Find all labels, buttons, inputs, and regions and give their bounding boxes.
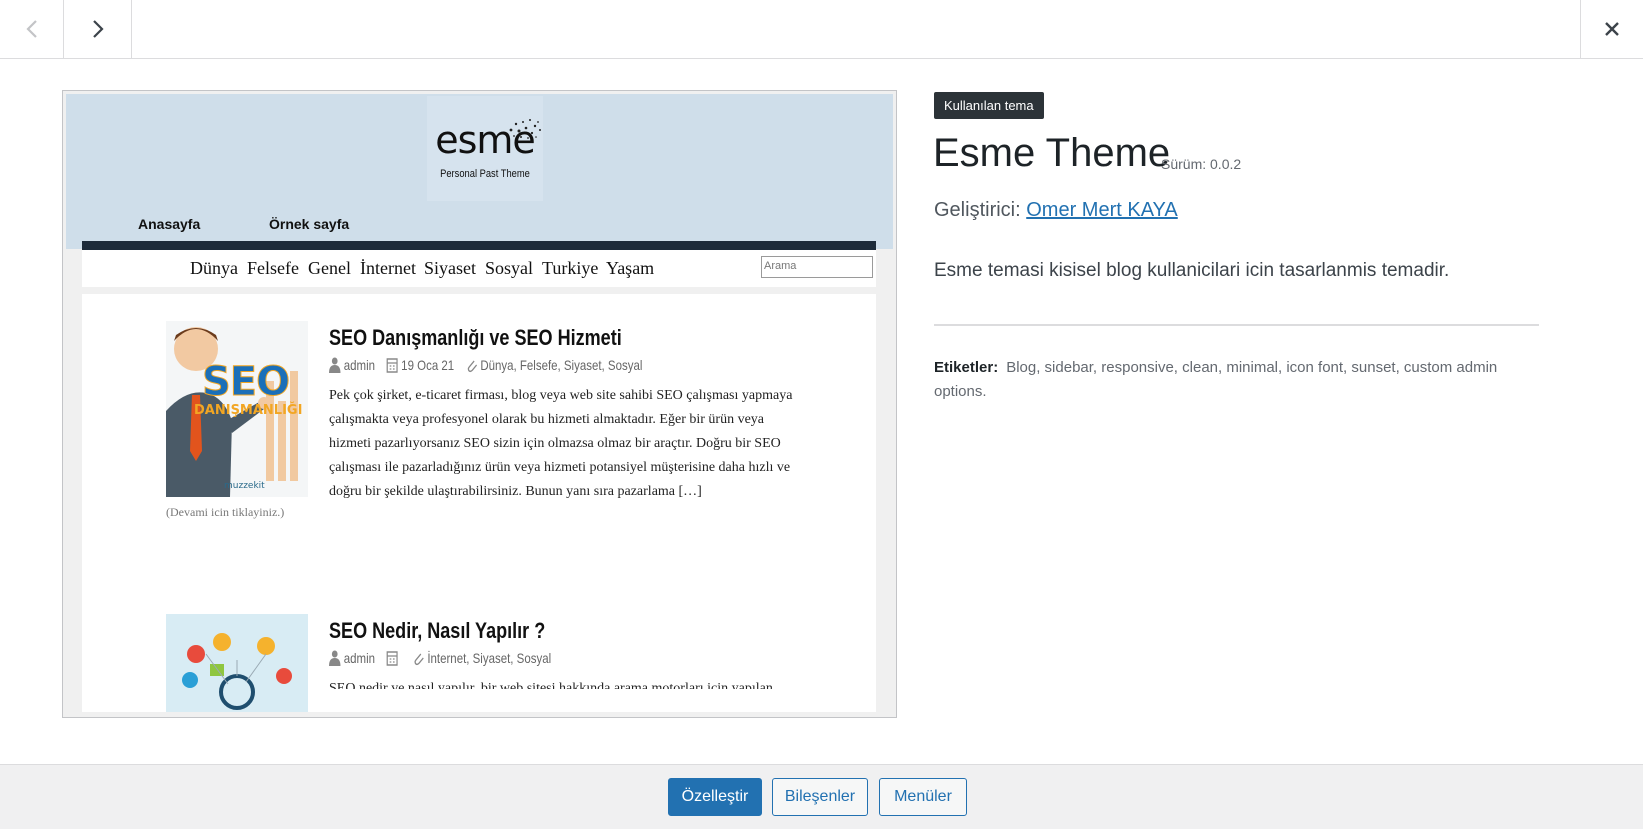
next-theme-button[interactable] [64,0,132,58]
screenshot-canvas: esme Personal Past Theme Anasayfa Örnek … [66,94,893,712]
post-thumbnail [166,614,308,712]
screenshot-category: Genel [308,258,351,278]
author-label: Geliştirici: [934,199,1021,221]
screenshot-nav-divider [82,241,876,250]
logo-subtitle: Personal Past Theme [440,168,530,180]
theme-tags: Etiketler: Blog, sidebar, responsive, cle… [934,356,1544,404]
post-date: 19 Oca 21 [386,357,454,373]
post-title: SEO Danışmanlığı ve SEO Hizmeti [329,325,622,350]
screenshot-category: İnternet [360,258,416,278]
screenshot-post-list: SEO DANIŞMANLIĞI muzzekit SEO Danışmanlı… [82,294,876,712]
screenshot-site-header: esme Personal Past Theme Anasayfa Örnek … [66,94,893,249]
chevron-left-icon [25,20,37,38]
screenshot-category-bar: Dünya Felsefe Genel İnternet Siyaset Sos… [82,250,876,287]
screenshot-menu-sample: Örnek sayfa [269,216,350,232]
post-date [386,650,401,666]
calendar-icon [386,651,398,666]
post-author: admin [329,650,375,666]
post-author-name: admin [343,650,376,666]
chevron-right-icon [92,20,104,38]
tags-label: Etiketler: [934,359,999,376]
logo-dots-icon [509,119,541,139]
previous-theme-button[interactable] [0,0,64,58]
theme-author: Geliştirici: Omer Mert KAYA [934,199,1178,222]
read-more-link: (Devami icin tiklayiniz.) [166,505,285,519]
post-meta: admin İnternet, Siyaset, Sosyal [329,650,559,669]
screenshot-category: Felsefe [247,258,299,278]
screenshot-category: Yaşam [606,258,655,278]
post-date-text: 19 Oca 21 [401,357,455,373]
post-excerpt: Pek çok şirket, e-ticaret firması, blog … [329,388,793,499]
close-icon [1605,22,1619,36]
thumb-seo-text: SEO [201,359,290,406]
widgets-button[interactable]: Bileşenler [772,778,868,816]
post-meta: admin 19 Oca 21 Dünya, Felsefe, Siyaset,… [329,357,651,376]
calendar-icon [386,358,398,373]
screenshot-logo: esme Personal Past Theme [427,96,543,201]
screenshot-menu-home: Anasayfa [138,216,201,232]
post-categories: İnternet, Siyaset, Sosyal [413,650,552,666]
theme-overlay-header [0,0,1643,59]
close-button[interactable] [1580,0,1643,58]
customize-button[interactable]: Özelleştir [668,778,762,816]
menus-button[interactable]: Menüler [879,778,967,816]
post-thumbnail: SEO DANIŞMANLIĞI muzzekit [166,321,308,497]
screenshot-search-box: Arama [761,256,873,278]
author-link[interactable]: Omer Mert KAYA [1026,199,1178,221]
post-categories-text: Dünya, Felsefe, Siyaset, Sosyal [480,357,643,373]
post-excerpt: SEO nedir ve nasıl yapılır, bir web site… [329,681,773,689]
theme-screenshot: esme Personal Past Theme Anasayfa Örnek … [62,90,897,718]
paperclip-icon [414,653,424,666]
post-categories: Dünya, Felsefe, Siyaset, Sosyal [466,357,643,373]
paperclip-icon [467,360,477,373]
info-divider [934,324,1539,326]
thumb-brand-text: muzzekit [224,481,265,491]
seo-icons-illustration-icon [166,614,308,712]
theme-description: Esme temasi kisisel blog kullanicilari i… [934,260,1450,281]
user-icon [329,357,341,373]
screenshot-category: Siyaset [424,258,476,278]
active-theme-badge: Kullanılan tema [934,92,1044,119]
thumb-subtitle-text: DANIŞMANLIĞI [194,403,303,418]
post-categories-text: İnternet, Siyaset, Sosyal [427,650,552,666]
post-title: SEO Nedir, Nasıl Yapılır ? [329,618,546,643]
screenshot-category: Turkiye [542,258,599,278]
post-author: admin [329,357,375,373]
theme-actions-footer: Özelleştir Bileşenler Menüler [0,764,1643,829]
post-author-name: admin [343,357,376,373]
user-icon [329,650,341,666]
theme-name: Esme Theme [933,131,1171,175]
screenshot-category: Sosyal [485,258,534,278]
theme-version: Sürüm: 0.0.2 [1161,156,1242,172]
tags-list: Blog, sidebar, responsive, clean, minima… [934,359,1498,400]
screenshot-category: Dünya [190,258,238,278]
